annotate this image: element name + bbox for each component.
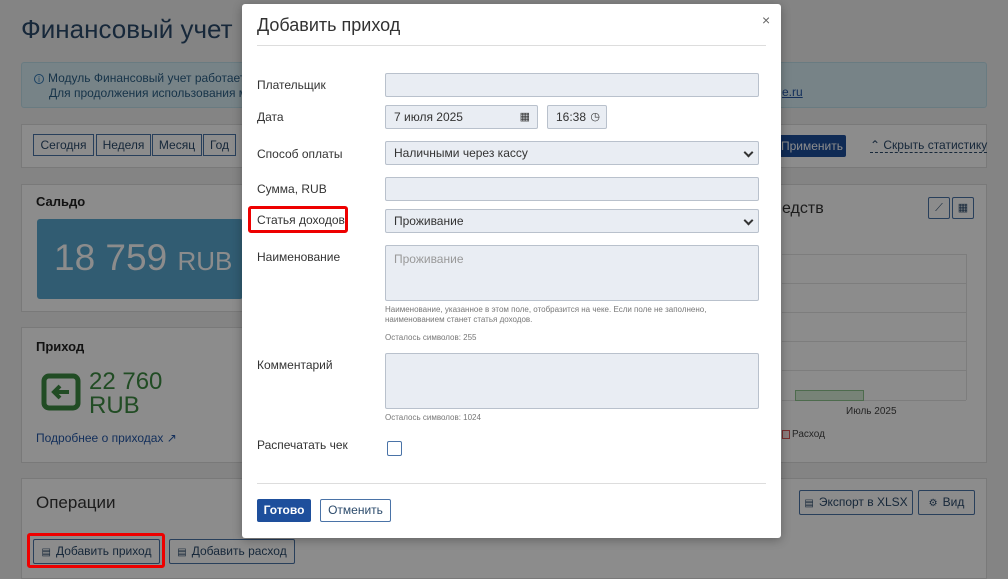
- item-name-hint: Наименование, указанное в этом поле, ото…: [385, 305, 707, 324]
- add-income-dialog: Добавить приход × Плательщик Дата 7 июля…: [242, 4, 781, 538]
- payment-method-label: Способ оплаты: [257, 147, 343, 161]
- payer-input[interactable]: [385, 73, 759, 97]
- print-receipt-checkbox[interactable]: [387, 441, 402, 456]
- comment-label: Комментарий: [257, 358, 333, 372]
- dialog-title: Добавить приход: [257, 15, 401, 35]
- amount-label: Сумма, RUB: [257, 182, 327, 196]
- item-name-counter: Осталось символов: 255: [385, 333, 477, 342]
- submit-button[interactable]: Готово: [257, 499, 311, 522]
- date-value: 7 июля 2025: [394, 110, 463, 124]
- payer-label: Плательщик: [257, 78, 326, 92]
- print-receipt-label: Распечатать чек: [257, 438, 348, 452]
- time-input[interactable]: 16:38 ◷: [547, 105, 607, 129]
- clock-icon[interactable]: ◷: [590, 106, 600, 128]
- item-name-input[interactable]: Проживание: [385, 245, 759, 301]
- amount-input[interactable]: [385, 177, 759, 201]
- highlight-add-income: [27, 533, 165, 568]
- income-category-select[interactable]: Проживание: [385, 209, 759, 233]
- comment-input[interactable]: [385, 353, 759, 409]
- date-input[interactable]: 7 июля 2025 ▦: [385, 105, 538, 129]
- date-label: Дата: [257, 110, 284, 124]
- payment-method-select[interactable]: Наличными через кассу: [385, 141, 759, 165]
- cancel-button[interactable]: Отменить: [320, 499, 391, 522]
- dialog-header-divider: [257, 45, 766, 46]
- item-name-label: Наименование: [257, 250, 341, 264]
- highlight-income-category: [248, 206, 348, 233]
- close-icon[interactable]: ×: [762, 12, 770, 28]
- comment-counter: Осталось символов: 1024: [385, 413, 481, 422]
- dialog-footer-divider: [257, 483, 766, 484]
- calendar-icon[interactable]: ▦: [520, 106, 530, 128]
- time-value: 16:38: [556, 110, 587, 124]
